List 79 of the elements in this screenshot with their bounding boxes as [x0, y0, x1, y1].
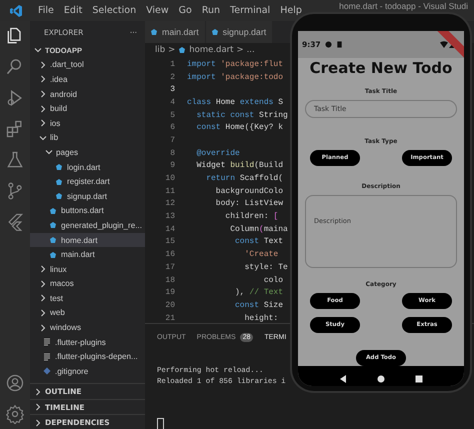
tree-item[interactable]: generated_plugin_re... — [30, 218, 145, 233]
editor-tab[interactable]: signup.dart — [206, 21, 274, 43]
menu-item[interactable]: Edit — [58, 5, 88, 16]
breadcrumb-item[interactable]: lib — [155, 45, 166, 55]
menu-item[interactable]: File — [33, 5, 59, 16]
line-number: 6 — [169, 123, 176, 132]
tree-item[interactable]: web — [30, 306, 145, 320]
line-number: 18 — [164, 276, 176, 285]
code-line: backgroundColo — [214, 186, 284, 196]
menu-item[interactable]: Selection — [87, 5, 142, 16]
code-line: return Scaffold( — [205, 174, 284, 184]
tree-item[interactable]: build — [30, 101, 145, 116]
code-line: Widget build(Build — [196, 161, 284, 170]
breadcrumb-separator: > — [168, 45, 176, 55]
tree-item[interactable]: android — [30, 86, 145, 102]
tree-item[interactable]: windows — [30, 320, 145, 335]
editor-tab[interactable]: main.dart — [145, 21, 206, 43]
line-number: 17 — [164, 262, 176, 272]
code-line: import 'package:todo — [187, 72, 284, 82]
tree-item[interactable]: ios — [30, 116, 145, 131]
code-line: colo — [262, 276, 284, 285]
code-line: style: Te — [244, 262, 288, 272]
line-number: 2 — [169, 72, 176, 82]
line-number: 12 — [164, 199, 176, 208]
tree-item[interactable]: .flutter-plugins — [30, 334, 145, 350]
line-number: 1 — [169, 60, 176, 69]
tree-item[interactable]: linux — [30, 262, 145, 276]
menu-item[interactable]: Run — [196, 5, 226, 16]
breadcrumb-item[interactable]: home.dart — [189, 45, 234, 55]
code-line: import 'package:flut — [187, 60, 284, 69]
line-number: 11 — [164, 186, 176, 196]
line-number: 13 — [164, 212, 176, 222]
tree-item[interactable]: main.dart — [30, 247, 145, 262]
tree-item[interactable]: .idea — [30, 72, 145, 87]
line-number: 9 — [169, 161, 176, 170]
line-number: 21 — [164, 314, 176, 323]
window-title: home.dart - todoapp - Visual Studi — [339, 1, 468, 12]
tree-item[interactable]: pages — [30, 145, 145, 160]
tree-item[interactable]: home.dart — [30, 232, 145, 248]
breadcrumb-item[interactable]: ... — [246, 45, 255, 55]
tree-item[interactable]: .flutter-plugins-depen... — [30, 349, 145, 364]
menu-item[interactable]: Terminal — [225, 5, 276, 16]
code-line: children: [ — [224, 212, 278, 222]
code-line: ), // Text — [234, 288, 284, 298]
tree-item[interactable]: test — [30, 291, 145, 306]
screen-title: Create New Todo — [310, 59, 452, 77]
tree-item[interactable]: .gitignore — [30, 364, 145, 379]
code-line: const Home({Key? k — [196, 123, 284, 132]
tree-item[interactable]: login.dart — [30, 160, 145, 174]
line-number: 7 — [169, 136, 176, 145]
code-line: const Size — [234, 300, 284, 310]
line-number: 14 — [164, 224, 176, 234]
line-number: 4 — [169, 98, 176, 107]
tree-item[interactable]: lib — [30, 130, 145, 146]
tree-item[interactable]: .dart_tool — [30, 58, 145, 72]
code-line: Column(maina — [229, 224, 288, 234]
code-line: @override — [196, 148, 240, 158]
code-line: static const String — [196, 110, 288, 120]
line-number: 16 — [164, 250, 176, 260]
tree-item[interactable]: buttons.dart — [30, 204, 145, 218]
line-number: 19 — [164, 288, 176, 298]
tree-item[interactable]: macos — [30, 276, 145, 292]
menu-item[interactable]: View — [141, 5, 174, 16]
code-line: height: — [244, 314, 278, 323]
code-line: const Text — [234, 237, 284, 246]
menu-item[interactable]: Go — [174, 5, 197, 16]
line-number: 5 — [169, 110, 176, 120]
line-number: 15 — [164, 237, 176, 246]
tree-item[interactable]: signup.dart — [30, 188, 145, 204]
line-number: 3 — [169, 85, 176, 94]
breadcrumb-separator: > — [236, 45, 244, 55]
code-line: 'Create — [244, 250, 278, 260]
tree-item[interactable]: register.dart — [30, 174, 145, 189]
menu-item[interactable]: Help — [275, 5, 307, 16]
line-number: 8 — [169, 148, 176, 158]
code-line: body: ListView — [214, 199, 284, 208]
line-number: 20 — [164, 300, 176, 310]
line-number: 10 — [164, 174, 176, 184]
code-line: class Home extends S — [187, 98, 284, 107]
